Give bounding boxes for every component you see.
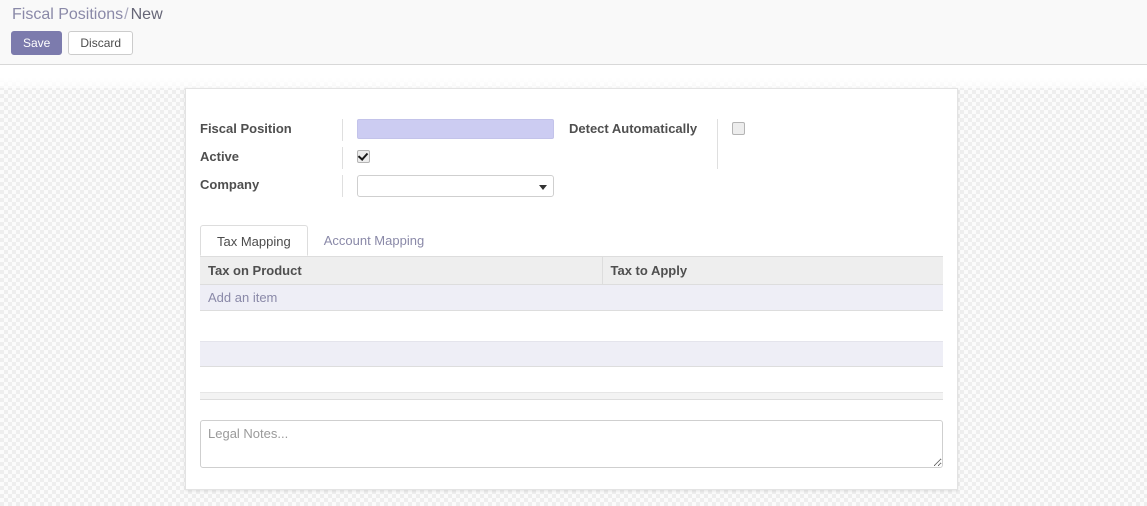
breadcrumb-root-link[interactable]: Fiscal Positions: [12, 6, 123, 23]
column-header-tax-to-apply: Tax to Apply: [602, 257, 943, 285]
column-header-tax-on-product: Tax on Product: [200, 257, 603, 285]
add-an-item-cell[interactable]: Add an item: [200, 284, 943, 311]
control-panel-header: Fiscal Positions/New Save Discard: [0, 0, 1147, 65]
field-label-active: Active: [200, 149, 240, 164]
field-detect-automatically: Detect Automatically: [569, 119, 919, 141]
empty-row-filler: [200, 341, 943, 367]
save-button[interactable]: Save: [11, 31, 63, 55]
breadcrumb: Fiscal Positions/New: [12, 5, 163, 25]
field-label-fiscal-position: Fiscal Position: [200, 121, 292, 136]
field-active: Active: [200, 147, 555, 169]
table-add-row: Add an item: [200, 284, 943, 311]
form-sheet: Fiscal Position Active Company Detect Au…: [185, 88, 958, 490]
detect-automatically-checkbox[interactable]: [732, 122, 745, 135]
page-background-fade: [0, 66, 1147, 88]
breadcrumb-current: New: [130, 6, 163, 23]
field-label-company: Company: [200, 177, 260, 192]
notebook: Tax Mapping Account Mapping Tax on Produc…: [200, 225, 943, 311]
active-checkbox[interactable]: [357, 150, 370, 163]
legal-notes-wrapper: [200, 420, 943, 468]
field-value-fiscal-position: [342, 119, 554, 141]
action-button-row: Save Discard: [11, 31, 134, 55]
field-value-active: [342, 147, 370, 169]
breadcrumb-separator: /: [124, 6, 129, 23]
tax-mapping-table: Tax on Product Tax to Apply Add an item: [200, 257, 943, 311]
field-company: Company: [200, 175, 555, 197]
field-value-company: [342, 175, 554, 197]
field-group-right: Detect Automatically: [569, 119, 919, 169]
fiscal-position-input[interactable]: [357, 119, 554, 139]
notebook-tab-bar: Tax Mapping Account Mapping: [200, 225, 943, 257]
field-value-detect-automatically: [717, 119, 745, 141]
legal-notes-textarea[interactable]: [200, 420, 943, 468]
field-group-left: Fiscal Position Active Company: [200, 119, 555, 203]
discard-button[interactable]: Discard: [68, 31, 134, 55]
field-fiscal-position: Fiscal Position: [200, 119, 555, 141]
table-header-row: Tax on Product Tax to Apply: [200, 257, 943, 285]
tab-account-mapping[interactable]: Account Mapping: [308, 225, 440, 256]
section-separator: [200, 392, 943, 400]
field-label-detect-automatically: Detect Automatically: [569, 121, 698, 136]
tab-tax-mapping[interactable]: Tax Mapping: [200, 225, 308, 256]
company-select[interactable]: [357, 175, 554, 197]
add-an-item-link[interactable]: Add an item: [208, 290, 277, 305]
chevron-down-icon: [539, 185, 547, 190]
